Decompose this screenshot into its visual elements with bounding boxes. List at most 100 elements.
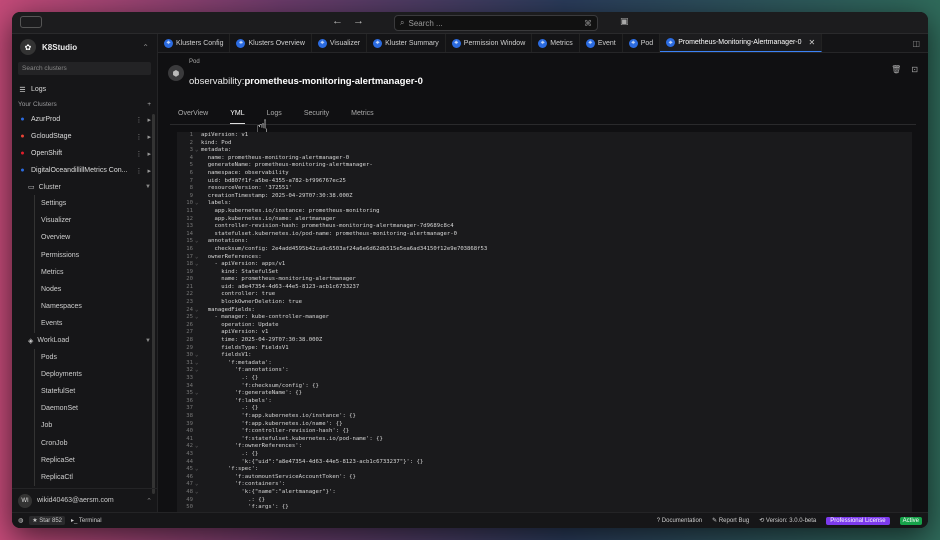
line-number: 41 [186, 435, 193, 442]
documentation-link[interactable]: ? Documentation [657, 518, 702, 524]
sidebar-item-replicactl[interactable]: ReplicaCtl [34, 468, 157, 486]
line-number: 28 [186, 337, 193, 344]
tab-pod[interactable]: ⎈ Pod [623, 34, 661, 52]
caret-right-icon[interactable]: ▸ [147, 167, 151, 175]
tab-metrics[interactable]: ⎈ Metrics [532, 34, 580, 52]
caret-right-icon[interactable]: ▸ [147, 150, 151, 158]
caret-right-icon[interactable]: ▸ [147, 133, 151, 141]
code-text: kind: StatefulSet [201, 268, 279, 275]
add-cluster-icon[interactable]: + [147, 101, 151, 108]
forward-button[interactable]: → [353, 15, 364, 27]
code-text: labels: [201, 200, 232, 207]
sidebar-cluster-item[interactable]: ● GcloudStage ⋮ ▸ [12, 128, 157, 145]
code-line: 31 ⌄ 'f:metadata': [177, 360, 912, 368]
terminal-button[interactable]: ▸_ Terminal [71, 517, 102, 524]
back-button[interactable]: ← [332, 15, 343, 27]
code-line: 3 ⌄ metadata: [177, 147, 912, 155]
more-vertical-icon[interactable]: ⋮ [135, 116, 142, 124]
code-text: .: {} [201, 450, 259, 457]
sidebar-item-namespaces[interactable]: Namespaces [34, 298, 157, 316]
caret-right-icon[interactable]: ▸ [147, 116, 151, 124]
user-menu[interactable]: WI wikid40463@aersm.com ⌃ [12, 488, 157, 512]
bag-icon[interactable]: ▣ [620, 16, 629, 27]
tab-permission-window[interactable]: ⎈ Permission Window [446, 34, 533, 52]
brand-switcher[interactable]: ✿ K8Studio ⌃ [12, 34, 157, 60]
tab-label: Permission Window [463, 39, 526, 47]
sidebar-toggle-icon[interactable] [20, 16, 42, 28]
tab-overview[interactable]: OverView [178, 110, 208, 124]
globe-icon[interactable]: ◍ [18, 517, 23, 524]
tab-yml[interactable]: YML [230, 110, 245, 124]
sidebar-item-pods[interactable]: Pods [34, 348, 157, 366]
sidebar-cluster-item[interactable]: ● DigitalOceandillillMetrics Con... ⋮ ▸ [12, 162, 157, 179]
sidebar-item-deployments[interactable]: Deployments [34, 365, 157, 383]
sidebar-item-visualizer[interactable]: Visualizer [34, 212, 157, 230]
cluster-group[interactable]: ▭ Cluster ▼ [12, 179, 157, 195]
tab-security[interactable]: Security [304, 110, 329, 124]
sidebar-item-daemonset[interactable]: DaemonSet [34, 400, 157, 418]
line-number: 15 [186, 238, 193, 245]
tab-logs[interactable]: Logs [267, 110, 282, 124]
sidebar-item-events[interactable]: Events [34, 315, 157, 333]
code-line: 33 .: {} [177, 375, 912, 383]
sidebar-item-logs[interactable]: ☰ Logs [12, 81, 157, 98]
tab-visualizer[interactable]: ⎈ Visualizer [312, 34, 368, 52]
yaml-editor[interactable]: 1 apiVersion: v1 2 kind: Pod 3 ⌄ metadata: 4 … [177, 132, 912, 512]
line-number: 13 [186, 223, 193, 230]
code-text: 'f:metadata': [201, 359, 272, 366]
cluster-name: AzurProd [31, 116, 61, 123]
sidebar-scrollbar[interactable] [152, 114, 155, 494]
documentation-label: Documentation [661, 517, 703, 524]
sidebar-item-metrics[interactable]: Metrics [34, 263, 157, 281]
sidebar-item-job[interactable]: Job [34, 417, 157, 435]
kubernetes-icon: ⎈ [585, 38, 595, 48]
code-line: 15 ⌄ annotations: [177, 238, 912, 246]
report-bug-link[interactable]: ✎ Report Bug [712, 517, 749, 524]
sidebar-item-statefulset[interactable]: StatefulSet [34, 382, 157, 401]
export-icon[interactable]: ⊡ [911, 65, 918, 74]
sidebar-item-replicaset[interactable]: ReplicaSet [34, 451, 157, 469]
global-search-input[interactable]: ⌕ Search ... ⌘ [394, 15, 598, 31]
close-icon[interactable]: ✕ [809, 38, 816, 47]
more-vertical-icon[interactable]: ⋮ [135, 150, 142, 158]
code-text: uid: bd807f1f-a5be-4355-a782-bf996767ec2… [201, 177, 346, 184]
code-line: 14 statefulset.kubernetes.io/pod-name: p… [177, 231, 912, 239]
tab-prometheus-monitoring-alertmanager-0[interactable]: ⎈ Prometheus-Monitoring-Alertmanager-0 ✕ [660, 34, 823, 52]
code-line: 20 name: prometheus-monitoring-alertmana… [177, 276, 912, 284]
tab-klusters-config[interactable]: ⎈ Klusters Config [158, 34, 231, 52]
kubernetes-icon: ⎈ [628, 38, 638, 48]
tab-event[interactable]: ⎈ Event [580, 34, 623, 52]
more-vertical-icon[interactable]: ⋮ [135, 133, 142, 141]
delete-icon[interactable]: 🗑 [891, 65, 901, 74]
line-number: 39 [186, 420, 193, 427]
line-number: 9 [189, 192, 193, 199]
split-view-icon[interactable]: ◫ [904, 34, 928, 52]
line-number: 42 [186, 443, 193, 450]
line-number: 22 [186, 291, 193, 298]
workload-group[interactable]: ◈ WorkLoad ▼ [12, 333, 157, 349]
tab-metrics[interactable]: Metrics [351, 110, 374, 124]
command-icon: ⌘ [584, 18, 592, 28]
line-number: 18 [186, 261, 193, 268]
tab-kluster-summary[interactable]: ⎈ Kluster Summary [367, 34, 446, 52]
sidebar-item-permissions[interactable]: Permissions [34, 246, 157, 264]
sidebar-cluster-item[interactable]: ● OpenShift ⋮ ▸ [12, 145, 157, 162]
cluster-row-actions: ⋮ ▸ [135, 150, 151, 158]
cluster-search-input[interactable]: Search clusters [18, 62, 151, 75]
sidebar-item-settings[interactable]: Settings [34, 195, 157, 213]
more-vertical-icon[interactable]: ⋮ [135, 167, 142, 175]
version-info: ⟲ Version: 3.0.0-beta [759, 518, 817, 524]
github-star-button[interactable]: ★ Star 852 [29, 516, 65, 525]
sidebar-item-overview[interactable]: Overview [34, 229, 157, 247]
resource-view: ⬢ Pod observability:prometheus-monitorin… [158, 53, 928, 512]
code-line: 23 blockOwnerDeletion: true [177, 299, 912, 307]
tab-klusters-overview[interactable]: ⎈ Klusters Overview [230, 34, 312, 52]
sidebar-cluster-item[interactable]: ● AzurProd ⋮ ▸ [12, 111, 157, 128]
sidebar-item-cronjob[interactable]: CronJob [34, 434, 157, 452]
license-badge[interactable]: Professional License [826, 516, 890, 525]
sidebar: ✿ K8Studio ⌃ Search clusters ☰ Logs Your… [12, 34, 158, 512]
sidebar-item-nodes[interactable]: Nodes [34, 280, 157, 299]
line-number: 21 [186, 283, 193, 290]
code-line: 10 ⌄ labels: [177, 200, 912, 208]
code-text: name: prometheus-monitoring-alertmanager [201, 276, 356, 283]
